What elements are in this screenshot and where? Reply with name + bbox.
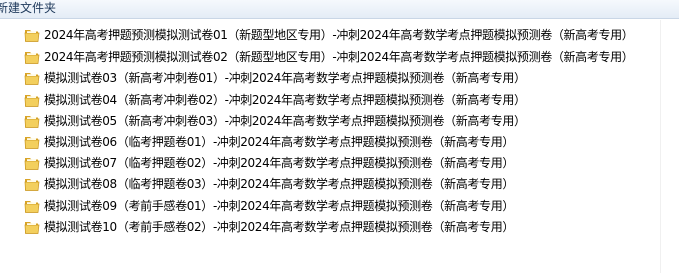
folder-item[interactable]: 模拟测试卷08（临考押题卷03）-冲刺2024年高考数学考点押题模拟预测卷（新高… (24, 175, 514, 194)
folder-icon (24, 201, 40, 213)
folder-name: 模拟测试卷09（考前手感卷01）-冲刺2024年高考数学考点押题模拟预测卷（新高… (44, 199, 515, 213)
folder-name: 2024年高考押题预测模拟测试卷02（新题型地区专用）-冲刺2024年高考数学考… (44, 50, 634, 64)
folder-item[interactable]: 模拟测试卷09（考前手感卷01）-冲刺2024年高考数学考点押题模拟预测卷（新高… (24, 197, 514, 216)
folder-name: 模拟测试卷10（考前手感卷02）-冲刺2024年高考数学考点押题模拟预测卷（新高… (44, 220, 515, 234)
folder-icon (24, 95, 40, 107)
folder-icon (24, 30, 40, 42)
folder-item[interactable]: 模拟测试卷04（新高考冲刺卷02）-冲刺2024年高考数学考点押题模拟预测卷（新… (24, 91, 526, 110)
folder-icon (24, 179, 40, 191)
folder-item[interactable]: 模拟测试卷07（临考押题卷02）-冲刺2024年高考数学考点押题模拟预测卷（新高… (24, 154, 514, 173)
folder-icon (24, 116, 40, 128)
folder-icon (24, 137, 40, 149)
new-folder-button[interactable]: 新建文件夹 (0, 0, 60, 18)
folder-item[interactable]: 模拟测试卷05（新高考冲刺卷03）-冲刺2024年高考数学考点押题模拟预测卷（新… (24, 112, 526, 131)
folder-item[interactable]: 模拟测试卷10（考前手感卷02）-冲刺2024年高考数学考点押题模拟预测卷（新高… (24, 218, 514, 237)
folder-item[interactable]: 模拟测试卷06（临考押题卷01）-冲刺2024年高考数学考点押题模拟预测卷（新高… (24, 133, 514, 152)
folder-name: 模拟测试卷03（新高考冲刺卷01）-冲刺2024年高考数学考点押题模拟预测卷（新… (44, 71, 526, 85)
column-separator (660, 20, 661, 273)
folder-name: 模拟测试卷07（临考押题卷02）-冲刺2024年高考数学考点押题模拟预测卷（新高… (44, 156, 515, 170)
folder-name: 模拟测试卷06（临考押题卷01）-冲刺2024年高考数学考点押题模拟预测卷（新高… (44, 135, 515, 149)
folder-icon (24, 158, 40, 170)
folder-icon (24, 73, 40, 85)
folder-item[interactable]: 模拟测试卷03（新高考冲刺卷01）-冲刺2024年高考数学考点押题模拟预测卷（新… (24, 69, 526, 88)
folder-name: 2024年高考押题预测模拟测试卷01（新题型地区专用）-冲刺2024年高考数学考… (44, 28, 634, 42)
folder-item[interactable]: 2024年高考押题预测模拟测试卷02（新题型地区专用）-冲刺2024年高考数学考… (24, 48, 634, 67)
file-list: 2024年高考押题预测模拟测试卷01（新题型地区专用）-冲刺2024年高考数学考… (0, 20, 679, 273)
folder-name: 模拟测试卷05（新高考冲刺卷03）-冲刺2024年高考数学考点押题模拟预测卷（新… (44, 114, 526, 128)
folder-icon (24, 52, 40, 64)
folder-name: 模拟测试卷08（临考押题卷03）-冲刺2024年高考数学考点押题模拟预测卷（新高… (44, 177, 515, 191)
command-bar: 新建文件夹 (0, 0, 679, 19)
folder-name: 模拟测试卷04（新高考冲刺卷02）-冲刺2024年高考数学考点押题模拟预测卷（新… (44, 93, 526, 107)
folder-item[interactable]: 2024年高考押题预测模拟测试卷01（新题型地区专用）-冲刺2024年高考数学考… (24, 26, 634, 45)
folder-icon (24, 222, 40, 234)
